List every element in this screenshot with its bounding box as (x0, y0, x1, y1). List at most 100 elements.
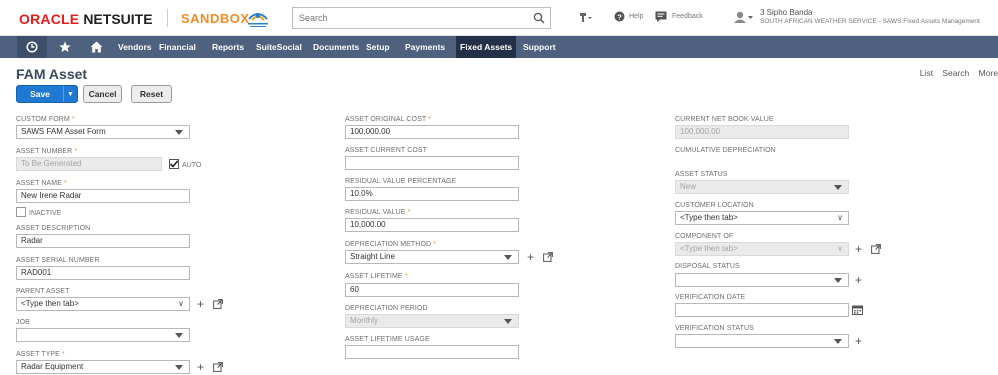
depreciation-method-select[interactable]: Straight Line (345, 250, 519, 264)
depreciation-method-label: DEPRECIATION METHOD * (345, 241, 437, 248)
add-depreciation-method-icon[interactable]: + (527, 251, 534, 263)
parent-asset-input[interactable]: <Type then tab> ∨ (16, 297, 190, 311)
customer-location-label: CUSTOMER LOCATION (675, 202, 754, 209)
depreciation-period-label: DEPRECIATION PERIOD (345, 305, 428, 312)
asset-description-value: Radar (21, 236, 43, 245)
open-parent-asset-icon[interactable] (213, 299, 223, 309)
saws-logo-icon (248, 13, 268, 27)
asset-description-input[interactable]: Radar (16, 234, 190, 248)
current-net-book-value-value: 100,000.00 (680, 127, 721, 136)
residual-value-label: RESIDUAL VALUE * (345, 209, 411, 216)
disposal-status-select[interactable] (675, 273, 849, 287)
verification-status-label: VERIFICATION STATUS (675, 325, 754, 332)
logo-oracle-text: ORACLE (19, 11, 80, 27)
reset-button[interactable]: Reset (131, 85, 172, 103)
double-chevron-down-icon[interactable]: ∨ (837, 213, 843, 223)
dropdown-arrow-icon (175, 365, 183, 370)
nav-documents[interactable]: Documents (311, 36, 361, 58)
dropdown-arrow-icon (834, 278, 842, 283)
add-asset-type-icon[interactable]: + (197, 361, 204, 373)
save-label: Save (30, 89, 50, 99)
header-divider (167, 9, 168, 27)
dropdown-arrow-icon (504, 319, 512, 324)
dropdown-arrow-icon (834, 185, 842, 190)
nav-reports[interactable]: Reports (210, 36, 246, 58)
create-new-menu[interactable] (578, 11, 592, 23)
add-disposal-status-icon[interactable]: + (855, 274, 862, 286)
cancel-button[interactable]: Cancel (83, 85, 122, 103)
favorites-button[interactable] (50, 36, 80, 58)
disposal-status-label: DISPOSAL STATUS (675, 263, 740, 270)
asset-type-select[interactable]: Radar Equipment (16, 360, 190, 374)
inactive-checkbox[interactable] (16, 207, 26, 217)
double-chevron-down-icon: ∨ (837, 244, 843, 253)
asset-lifetime-usage-label: ASSET LIFETIME USAGE (345, 336, 430, 343)
top-header: ORACLE NETSUITE SANDBOX ? Help (0, 0, 998, 36)
asset-status-label: ASSET STATUS (675, 171, 728, 178)
nav-setup[interactable]: Setup (364, 36, 392, 58)
asset-lifetime-usage-input[interactable] (345, 345, 519, 359)
nav-fixed-assets[interactable]: Fixed Assets (456, 36, 517, 58)
custom-form-label: CUSTOM FORM * (16, 116, 75, 123)
user-name: 3 Sipho Banda (760, 8, 813, 17)
cumulative-depreciation-label: CUMULATIVE DEPRECIATION (675, 147, 776, 154)
user-role: SOUTH AFRICAN WEATHER SERVICE - SAWS Fix… (760, 18, 980, 25)
asset-status-value: New (680, 182, 697, 191)
search-link[interactable]: Search (942, 68, 969, 78)
open-asset-type-icon[interactable] (213, 362, 223, 372)
feedback-link[interactable]: Feedback (655, 11, 703, 22)
current-net-book-value-field: 100,000.00 (675, 125, 849, 139)
calendar-icon[interactable] (852, 305, 863, 315)
asset-current-cost-label: ASSET CURRENT COST (345, 147, 428, 154)
logo-netsuite-text: NETSUITE (83, 11, 153, 27)
sandbox-label: SANDBOX (181, 11, 250, 26)
asset-number-value: To Be Generated (21, 159, 82, 168)
custom-form-select[interactable]: SAWS FAM Asset Form (16, 125, 190, 139)
list-link[interactable]: List (920, 68, 933, 78)
residual-value-percentage-input[interactable]: 10.0% (345, 187, 519, 201)
dropdown-arrow-icon (504, 255, 512, 260)
nav-suitesocial[interactable]: SuiteSocial (254, 36, 304, 58)
help-link[interactable]: ? Help (614, 11, 643, 22)
help-icon: ? (614, 11, 625, 22)
verification-status-select[interactable] (675, 334, 849, 348)
inactive-label: INACTIVE (29, 210, 62, 217)
customer-location-input[interactable]: <Type then tab> ∨ (675, 211, 849, 225)
recent-records-button[interactable] (17, 36, 47, 58)
open-depreciation-method-icon[interactable] (543, 252, 553, 262)
asset-original-cost-input[interactable]: 100,000.00 (345, 125, 519, 139)
dropdown-arrow-icon (175, 130, 183, 135)
user-menu[interactable] (733, 11, 753, 23)
job-label: JOB (16, 319, 30, 326)
asset-serial-number-input[interactable]: RAD001 (16, 266, 190, 280)
add-component-of-icon[interactable]: + (855, 243, 862, 255)
global-search[interactable] (292, 7, 551, 29)
feedback-label: Feedback (672, 13, 703, 20)
nav-financial[interactable]: Financial (157, 36, 198, 58)
double-chevron-down-icon[interactable]: ∨ (178, 299, 184, 309)
more-link[interactable]: More (979, 68, 998, 78)
save-options-chevron-icon[interactable]: ▼ (63, 86, 77, 102)
nav-payments[interactable]: Payments (403, 36, 447, 58)
nav-support[interactable]: Support (521, 36, 558, 58)
page-links: List Search More (913, 68, 998, 78)
open-component-of-icon[interactable] (871, 244, 881, 254)
job-select[interactable] (16, 328, 190, 342)
search-icon[interactable] (533, 12, 545, 24)
residual-value-input[interactable]: 10,000.00 (345, 218, 519, 232)
save-button[interactable]: Save ▼ (16, 85, 78, 103)
main-navigation: Vendors Financial Reports SuiteSocial Do… (0, 36, 998, 58)
home-button[interactable] (81, 36, 111, 58)
oracle-netsuite-logo[interactable]: ORACLE NETSUITE (19, 11, 153, 27)
auto-checkbox[interactable] (169, 159, 179, 169)
verification-date-input[interactable] (675, 303, 849, 317)
nav-vendors[interactable]: Vendors (116, 36, 154, 58)
add-parent-asset-icon[interactable]: + (197, 298, 204, 310)
asset-type-value: Radar Equipment (21, 362, 84, 371)
search-input[interactable] (293, 8, 523, 28)
add-verification-status-icon[interactable]: + (855, 335, 862, 347)
asset-lifetime-input[interactable]: 60 (345, 283, 519, 297)
asset-current-cost-input[interactable] (345, 156, 519, 170)
asset-name-input[interactable]: New Irene Radar (16, 189, 190, 203)
user-info[interactable]: 3 Sipho Banda SOUTH AFRICAN WEATHER SERV… (760, 8, 980, 26)
